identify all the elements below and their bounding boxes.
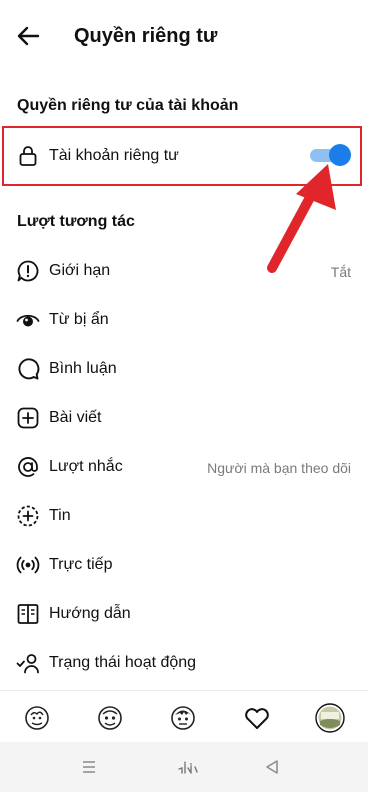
list-item-value: Tắt [330,264,351,280]
reels-icon[interactable] [168,703,198,733]
activity-status-icon [16,654,39,674]
guide-book-icon [17,604,39,624]
list-item-label: Hướng dẫn [49,605,131,622]
search-icon[interactable] [95,703,125,733]
list-item-limit[interactable]: Giới hạn Tắt [0,249,368,293]
list-item-comments[interactable]: Bình luận [0,347,368,391]
list-item-label: Từ bị ẩn [49,311,109,328]
list-item-mentions[interactable]: Lượt nhắc Người mà bạn theo dõi [0,445,368,489]
list-item-label: Lượt nhắc [49,458,123,475]
post-plus-icon [17,407,39,429]
list-item-label: Trạng thái hoạt động [49,654,197,671]
list-item-value: Người mà bạn theo dõi [207,460,351,476]
list-item-label: Giới hạn [49,262,111,279]
list-item-label: Bài viết [49,409,102,426]
list-item-label: Bình luận [49,360,117,377]
profile-avatar-icon[interactable] [315,703,345,733]
activity-heart-icon[interactable] [242,703,272,733]
interactions-heading: Lượt tương tác [17,213,135,230]
list-item-posts[interactable]: Bài viết [0,396,368,440]
list-item-stories[interactable]: Tin [0,494,368,538]
app-header: Quyền riêng tư [0,0,368,72]
list-item-guides[interactable]: Hướng dẫn [0,592,368,636]
story-plus-icon [17,505,39,527]
back-triangle-icon[interactable] [260,755,284,779]
recent-apps-icon[interactable] [77,755,101,779]
back-arrow-icon[interactable] [14,22,42,50]
system-nav-bar [0,742,368,792]
bottom-nav-bar [0,690,368,743]
home-icon[interactable] [22,703,52,733]
page-title: Quyền riêng tư [74,25,218,47]
account-privacy-heading: Quyền riêng tư của tài khoản [17,97,239,114]
list-item-hidden-words[interactable]: Từ bị ẩn [0,298,368,342]
live-icon [16,556,40,574]
list-item-live[interactable]: Trực tiếp [0,543,368,587]
comment-icon [18,358,40,380]
list-item-activity-status[interactable]: Trạng thái hoạt động [0,641,368,685]
limit-icon [17,260,39,282]
hidden-eye-icon [16,314,40,327]
lock-icon [19,146,37,166]
list-item-label: Tin [49,507,71,524]
private-account-label: Tài khoản riêng tư [49,147,179,164]
at-mention-icon [18,457,38,477]
home-button-icon[interactable] [176,755,200,779]
list-item-label: Trực tiếp [49,556,113,573]
